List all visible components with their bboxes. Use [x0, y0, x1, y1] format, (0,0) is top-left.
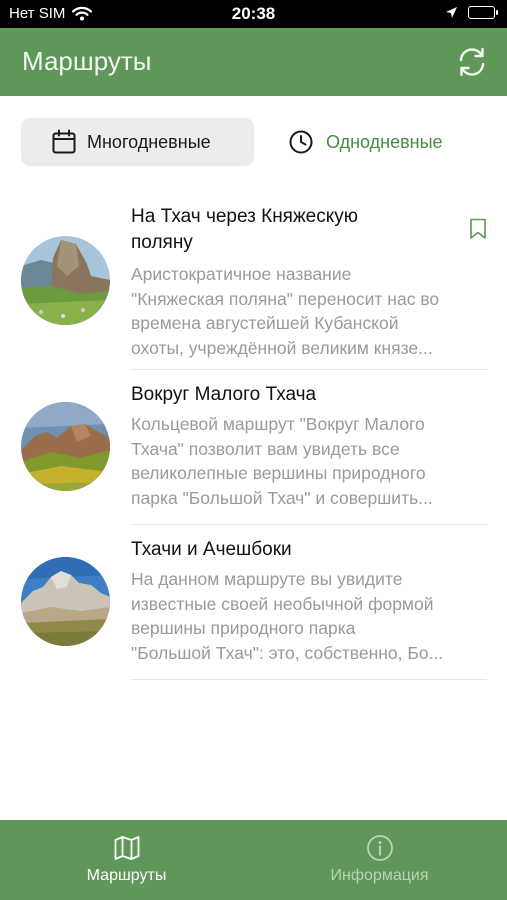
route-title: На Тхач через Княжескую поляну: [131, 204, 451, 256]
page-title: Маршруты: [22, 46, 152, 76]
route-desc-line: "Большой Тхач": это, собственно, Бо...: [131, 642, 444, 663]
route-thumbnail: [21, 236, 110, 325]
route-title: Тхачи и Ачешбоки: [131, 537, 487, 563]
info-icon: [366, 835, 393, 861]
tab-routes[interactable]: Маршруты: [0, 820, 253, 900]
clock-icon: [289, 130, 313, 154]
tab-info-label: Информация: [330, 867, 429, 884]
divider: [131, 679, 487, 680]
route-desc-line: "Княжеская поляна" переносит нас во: [131, 288, 440, 309]
tab-info[interactable]: Информация: [253, 820, 506, 900]
location-arrow-icon: [446, 7, 457, 18]
route-item[interactable]: Тхачи и Ачешбоки На данном маршруте вы у…: [0, 525, 507, 680]
tab-multi-day[interactable]: Многодневные: [21, 118, 254, 166]
route-desc-line: На данном маршруте вы увидите: [131, 569, 403, 589]
route-title-line: поляну: [131, 232, 193, 253]
route-title: Вокруг Малого Тхача: [131, 382, 487, 408]
route-desc-line: Кольцевой маршрут "Вокруг Малого: [131, 414, 425, 434]
route-description: Кольцевой маршрут "Вокруг Малого Тхача" …: [131, 412, 487, 510]
route-thumbnail: [21, 402, 110, 491]
status-bar: Нет SIM 20:38: [0, 0, 507, 28]
route-body: На Тхач через Княжескую поляну Аристокра…: [131, 204, 487, 360]
route-desc-line: великолепные вершины природного: [131, 463, 426, 483]
route-desc-line: Тхача" позволит вам увидеть все: [131, 438, 400, 459]
route-desc-line: охоты, учреждённой великим князе...: [131, 337, 433, 358]
nav-bar: Маршруты: [0, 28, 507, 96]
route-desc-line: парка "Большой Тхач" и совершить...: [131, 487, 433, 508]
route-item[interactable]: Вокруг Малого Тхача Кольцевой маршрут "В…: [0, 370, 507, 525]
battery-icon: [468, 6, 498, 19]
tab-multi-day-label: Многодневные: [87, 131, 211, 152]
route-thumbnail: [21, 557, 110, 646]
route-title-line: На Тхач через Княжескую: [131, 206, 359, 227]
bookmark-icon[interactable]: [469, 218, 487, 240]
route-description: Аристократичное название "Княжеская поля…: [131, 262, 487, 360]
refresh-icon[interactable]: [455, 45, 489, 79]
tab-routes-label: Маршруты: [86, 867, 167, 884]
route-title-line: Вокруг Малого Тхача: [131, 384, 317, 405]
calendar-icon: [52, 129, 76, 154]
route-item[interactable]: На Тхач через Княжескую поляну Аристокра…: [0, 198, 507, 370]
tab-one-day-label: Однодневные: [326, 131, 443, 152]
route-body: Тхачи и Ачешбоки На данном маршруте вы у…: [131, 537, 487, 665]
route-description: На данном маршруте вы увидите известные …: [131, 567, 487, 665]
route-desc-line: времена августейшей Кубанской: [131, 313, 399, 333]
status-right: [445, 6, 498, 19]
route-title-line: Тхачи и Ачешбоки: [131, 539, 292, 560]
tab-bar: Маршруты Информация: [0, 820, 507, 900]
route-body: Вокруг Малого Тхача Кольцевой маршрут "В…: [131, 382, 487, 510]
route-desc-line: Аристократичное название: [131, 264, 352, 284]
status-time: 20:38: [231, 4, 276, 23]
route-desc-line: известные своей необычной формой: [131, 593, 434, 614]
tab-one-day[interactable]: Однодневные: [288, 118, 488, 166]
route-desc-line: вершины природного парка: [131, 618, 356, 638]
map-icon: [114, 836, 139, 860]
